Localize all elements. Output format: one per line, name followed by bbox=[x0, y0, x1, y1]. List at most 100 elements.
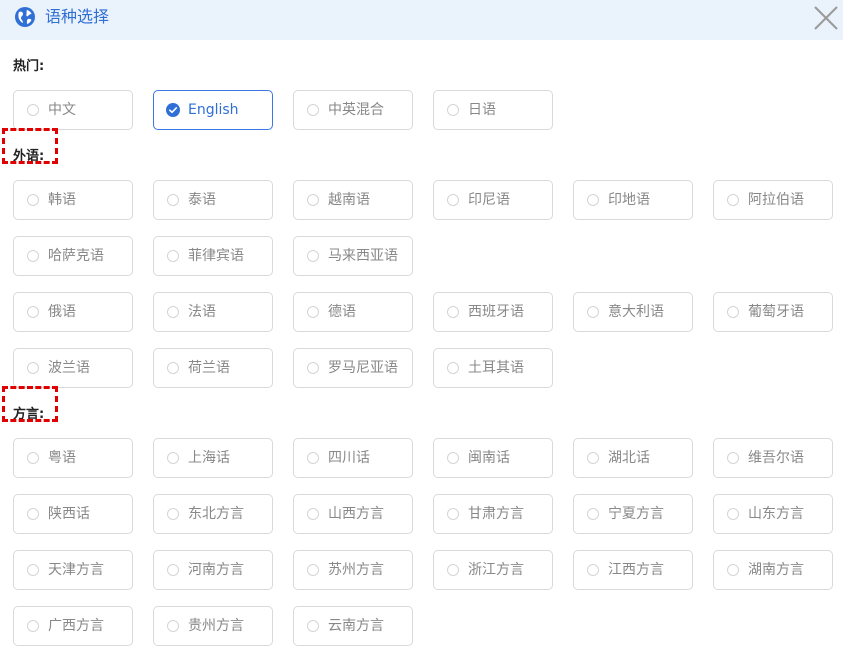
language-option-label: 河南方言 bbox=[188, 562, 244, 578]
language-option[interactable]: 陕西话 bbox=[13, 494, 133, 534]
section-label-hot: 热门: bbox=[13, 59, 45, 74]
dialog-header: 语种选择 bbox=[0, 0, 843, 40]
language-option[interactable]: 波兰语 bbox=[13, 348, 133, 388]
language-option-label: 荷兰语 bbox=[188, 360, 230, 376]
radio-icon bbox=[587, 194, 599, 206]
radio-icon bbox=[447, 564, 459, 576]
language-option-label: 日语 bbox=[468, 102, 496, 118]
radio-icon bbox=[727, 452, 739, 464]
language-option-label: 泰语 bbox=[188, 192, 216, 208]
radio-icon bbox=[727, 508, 739, 520]
language-option[interactable]: 上海话 bbox=[153, 438, 273, 478]
language-option-label: 菲律宾语 bbox=[188, 248, 244, 264]
radio-icon bbox=[307, 362, 319, 374]
language-option[interactable]: 马来西亚语 bbox=[293, 236, 413, 276]
language-option[interactable]: 天津方言 bbox=[13, 550, 133, 590]
language-option[interactable]: 中文 bbox=[13, 90, 133, 130]
language-option-label: 山西方言 bbox=[328, 506, 384, 522]
language-option[interactable]: 四川话 bbox=[293, 438, 413, 478]
language-option-label: 越南语 bbox=[328, 192, 370, 208]
radio-icon bbox=[447, 452, 459, 464]
language-option[interactable]: 贵州方言 bbox=[153, 606, 273, 646]
language-option-label: 东北方言 bbox=[188, 506, 244, 522]
language-option-label: 苏州方言 bbox=[328, 562, 384, 578]
language-option[interactable]: 苏州方言 bbox=[293, 550, 413, 590]
language-option[interactable]: 湖南方言 bbox=[713, 550, 833, 590]
close-icon[interactable] bbox=[810, 2, 842, 34]
radio-icon bbox=[307, 564, 319, 576]
radio-icon bbox=[27, 362, 39, 374]
radio-icon bbox=[307, 306, 319, 318]
language-option[interactable]: 东北方言 bbox=[153, 494, 273, 534]
language-option[interactable]: 维吾尔语 bbox=[713, 438, 833, 478]
language-option[interactable]: 土耳其语 bbox=[433, 348, 553, 388]
annotation-highlight-box bbox=[2, 386, 58, 422]
radio-icon bbox=[27, 620, 39, 632]
language-option[interactable]: 西班牙语 bbox=[433, 292, 553, 332]
language-option[interactable]: English bbox=[153, 90, 273, 130]
language-option[interactable]: 粤语 bbox=[13, 438, 133, 478]
language-option-label: 贵州方言 bbox=[188, 618, 244, 634]
radio-icon bbox=[27, 306, 39, 318]
radio-icon bbox=[167, 508, 179, 520]
language-option-label: 中英混合 bbox=[328, 102, 384, 118]
language-option[interactable]: 广西方言 bbox=[13, 606, 133, 646]
language-option[interactable]: 罗马尼亚语 bbox=[293, 348, 413, 388]
language-option[interactable]: 意大利语 bbox=[573, 292, 693, 332]
radio-checked-icon bbox=[166, 103, 180, 117]
language-option[interactable]: 山西方言 bbox=[293, 494, 413, 534]
language-option[interactable]: 印地语 bbox=[573, 180, 693, 220]
language-option-label: 波兰语 bbox=[48, 360, 90, 376]
radio-icon bbox=[727, 564, 739, 576]
language-option[interactable]: 印尼语 bbox=[433, 180, 553, 220]
language-option[interactable]: 阿拉伯语 bbox=[713, 180, 833, 220]
language-option[interactable]: 河南方言 bbox=[153, 550, 273, 590]
radio-icon bbox=[167, 564, 179, 576]
language-option[interactable]: 葡萄牙语 bbox=[713, 292, 833, 332]
language-option[interactable]: 韩语 bbox=[13, 180, 133, 220]
dialog-title: 语种选择 bbox=[45, 7, 110, 26]
language-option[interactable]: 荷兰语 bbox=[153, 348, 273, 388]
radio-icon bbox=[167, 306, 179, 318]
language-option-label: 中文 bbox=[48, 102, 76, 118]
radio-icon bbox=[167, 452, 179, 464]
language-option[interactable]: 法语 bbox=[153, 292, 273, 332]
radio-icon bbox=[587, 306, 599, 318]
language-option-label: 法语 bbox=[188, 304, 216, 320]
language-option-label: 宁夏方言 bbox=[608, 506, 664, 522]
language-option-label: 哈萨克语 bbox=[48, 248, 104, 264]
language-option-label: 甘肃方言 bbox=[468, 506, 524, 522]
language-option[interactable]: 江西方言 bbox=[573, 550, 693, 590]
radio-icon bbox=[27, 104, 39, 116]
language-option-label: 葡萄牙语 bbox=[748, 304, 804, 320]
radio-icon bbox=[27, 194, 39, 206]
language-option[interactable]: 哈萨克语 bbox=[13, 236, 133, 276]
language-option-label: 西班牙语 bbox=[468, 304, 524, 320]
radio-icon bbox=[307, 620, 319, 632]
language-option[interactable]: 闽南话 bbox=[433, 438, 553, 478]
language-option-label: 韩语 bbox=[48, 192, 76, 208]
language-option[interactable]: 越南语 bbox=[293, 180, 413, 220]
language-option-label: 上海话 bbox=[188, 450, 230, 466]
radio-icon bbox=[587, 564, 599, 576]
language-option-label: 山东方言 bbox=[748, 506, 804, 522]
radio-icon bbox=[307, 508, 319, 520]
language-option-label: 陕西话 bbox=[48, 506, 90, 522]
language-option[interactable]: 宁夏方言 bbox=[573, 494, 693, 534]
language-option[interactable]: 菲律宾语 bbox=[153, 236, 273, 276]
language-option[interactable]: 中英混合 bbox=[293, 90, 413, 130]
language-option-label: 马来西亚语 bbox=[328, 248, 398, 264]
language-option-label: 粤语 bbox=[48, 450, 76, 466]
radio-icon bbox=[27, 508, 39, 520]
language-option[interactable]: 山东方言 bbox=[713, 494, 833, 534]
language-option[interactable]: 云南方言 bbox=[293, 606, 413, 646]
language-option[interactable]: 俄语 bbox=[13, 292, 133, 332]
radio-icon bbox=[167, 194, 179, 206]
language-option[interactable]: 浙江方言 bbox=[433, 550, 553, 590]
language-option[interactable]: 泰语 bbox=[153, 180, 273, 220]
language-option[interactable]: 日语 bbox=[433, 90, 553, 130]
language-option[interactable]: 湖北话 bbox=[573, 438, 693, 478]
language-option[interactable]: 德语 bbox=[293, 292, 413, 332]
language-option-label: 闽南话 bbox=[468, 450, 510, 466]
language-option[interactable]: 甘肃方言 bbox=[433, 494, 553, 534]
